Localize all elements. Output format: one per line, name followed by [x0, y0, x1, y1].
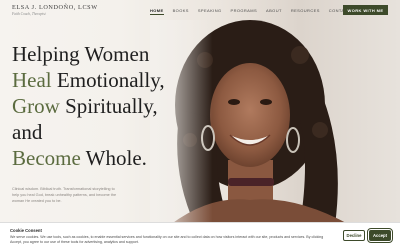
cookie-consent-banner: Cookie Consent We serve cookies. We use …	[0, 222, 400, 251]
main-nav: HOME BOOKS SPEAKING PROGRAMS ABOUT RESOU…	[150, 8, 351, 15]
headline-line-5: Become Whole.	[12, 145, 212, 171]
cookie-decline-button[interactable]: Decline	[343, 230, 365, 241]
cookie-text: We serve cookies. We use tools, such as …	[10, 235, 324, 245]
nav-programs[interactable]: PROGRAMS	[231, 8, 258, 15]
headline-line-3: Grow Spiritually,	[12, 93, 212, 119]
nav-about[interactable]: ABOUT	[266, 8, 282, 15]
headline-text-spiritually: Spiritually,	[59, 94, 158, 118]
site-logo[interactable]: ELSA J. LONDOÑO, LCSW Faith Coach, Thera…	[12, 4, 98, 16]
headline-line-1: Helping Women	[12, 42, 150, 66]
logo-tagline: Faith Coach, Therapist	[12, 12, 46, 16]
cookie-title: Cookie Consent	[10, 228, 42, 233]
nav-speaking[interactable]: SPEAKING	[198, 8, 222, 15]
cookie-accept-button[interactable]: Accept	[367, 228, 393, 243]
logo-name: ELSA J. LONDOÑO, LCSW	[12, 4, 98, 11]
headline-accent-grow: Grow	[12, 94, 60, 118]
nav-home[interactable]: HOME	[150, 8, 164, 15]
headline-line-2: Heal Emotionally,	[12, 67, 212, 93]
headline-accent-heal: Heal	[12, 68, 52, 92]
hero-headline: Helping Women Heal Emotionally, Grow Spi…	[12, 41, 212, 171]
nav-resources[interactable]: RESOURCES	[291, 8, 320, 15]
work-with-me-button[interactable]: WORK WITH ME	[343, 5, 388, 15]
headline-text-whole: Whole.	[80, 146, 147, 170]
hero-section: Helping Women Heal Emotionally, Grow Spi…	[0, 0, 400, 225]
hero-intro-text: Clinical wisdom. Biblical truth. Transfo…	[12, 187, 117, 203]
nav-books[interactable]: BOOKS	[173, 8, 189, 15]
site-header: ELSA J. LONDOÑO, LCSW Faith Coach, Thera…	[0, 0, 400, 22]
headline-text-emotionally: Emotionally,	[51, 68, 165, 92]
headline-accent-become: Become	[12, 146, 81, 170]
headline-line-4: and	[12, 120, 43, 144]
